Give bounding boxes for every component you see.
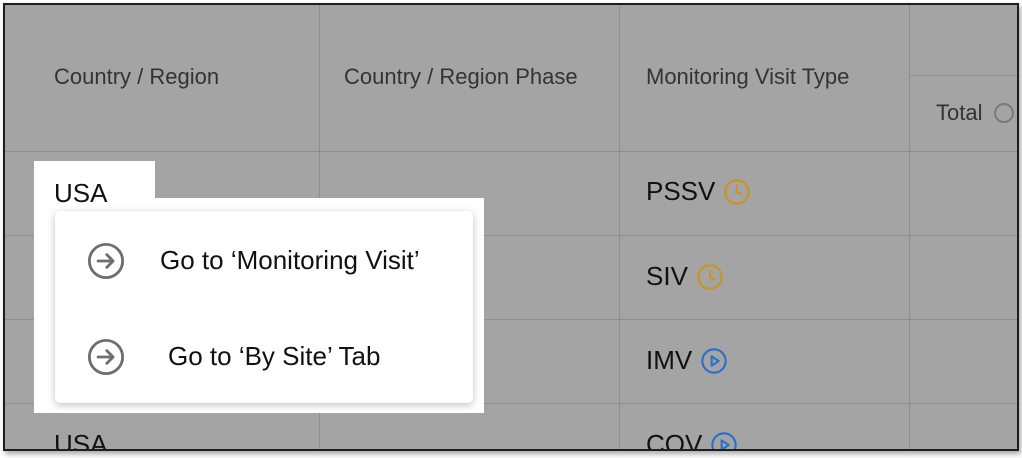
header-bottom-border <box>5 151 1017 152</box>
visit-type-label: IMV <box>646 345 693 375</box>
row-4-clip: USA COV <box>5 425 1017 449</box>
row-4-visit-type[interactable]: COV <box>646 429 738 449</box>
column-divider <box>909 5 910 449</box>
play-circle-icon <box>711 431 738 449</box>
header-total[interactable]: Total <box>936 100 1016 126</box>
row-1-country[interactable]: USA <box>54 178 107 209</box>
header-country-region-phase[interactable]: Country / Region Phase <box>344 64 578 90</box>
visit-type-label: COV <box>646 429 703 449</box>
visit-type-label: SIV <box>646 261 688 291</box>
info-icon <box>994 103 1015 123</box>
row-1-visit-type[interactable]: PSSV <box>646 176 751 207</box>
row-3-visit-type[interactable]: IMV <box>646 345 728 376</box>
menu-item-label: Go to ‘By Site’ Tab <box>168 341 381 371</box>
play-circle-icon <box>701 347 727 374</box>
menu-item-go-to-monitoring-visit[interactable]: Go to ‘Monitoring Visit’ <box>55 215 473 307</box>
row-2-visit-type[interactable]: SIV <box>646 261 724 292</box>
menu-item-go-to-by-site-tab[interactable]: Go to ‘By Site’ Tab <box>55 311 473 403</box>
arrow-right-circle-icon <box>87 338 125 376</box>
clock-icon <box>724 178 751 205</box>
clock-icon <box>697 263 723 290</box>
header-monitoring-visit-type[interactable]: Monitoring Visit Type <box>646 64 849 90</box>
header-total-label: Total <box>936 100 983 125</box>
row-4-country[interactable]: USA <box>54 429 107 449</box>
context-menu: Go to ‘Monitoring Visit’ Go to ‘By Site’… <box>55 211 473 403</box>
table-screenshot-frame: Country / Region Country / Region Phase … <box>3 3 1019 451</box>
menu-item-label: Go to ‘Monitoring Visit’ <box>160 245 420 275</box>
visit-type-label: PSSV <box>646 176 716 206</box>
arrow-right-circle-icon <box>87 242 125 280</box>
group-header-divider <box>909 75 1017 76</box>
column-divider <box>619 5 620 449</box>
header-country-region[interactable]: Country / Region <box>54 64 219 90</box>
